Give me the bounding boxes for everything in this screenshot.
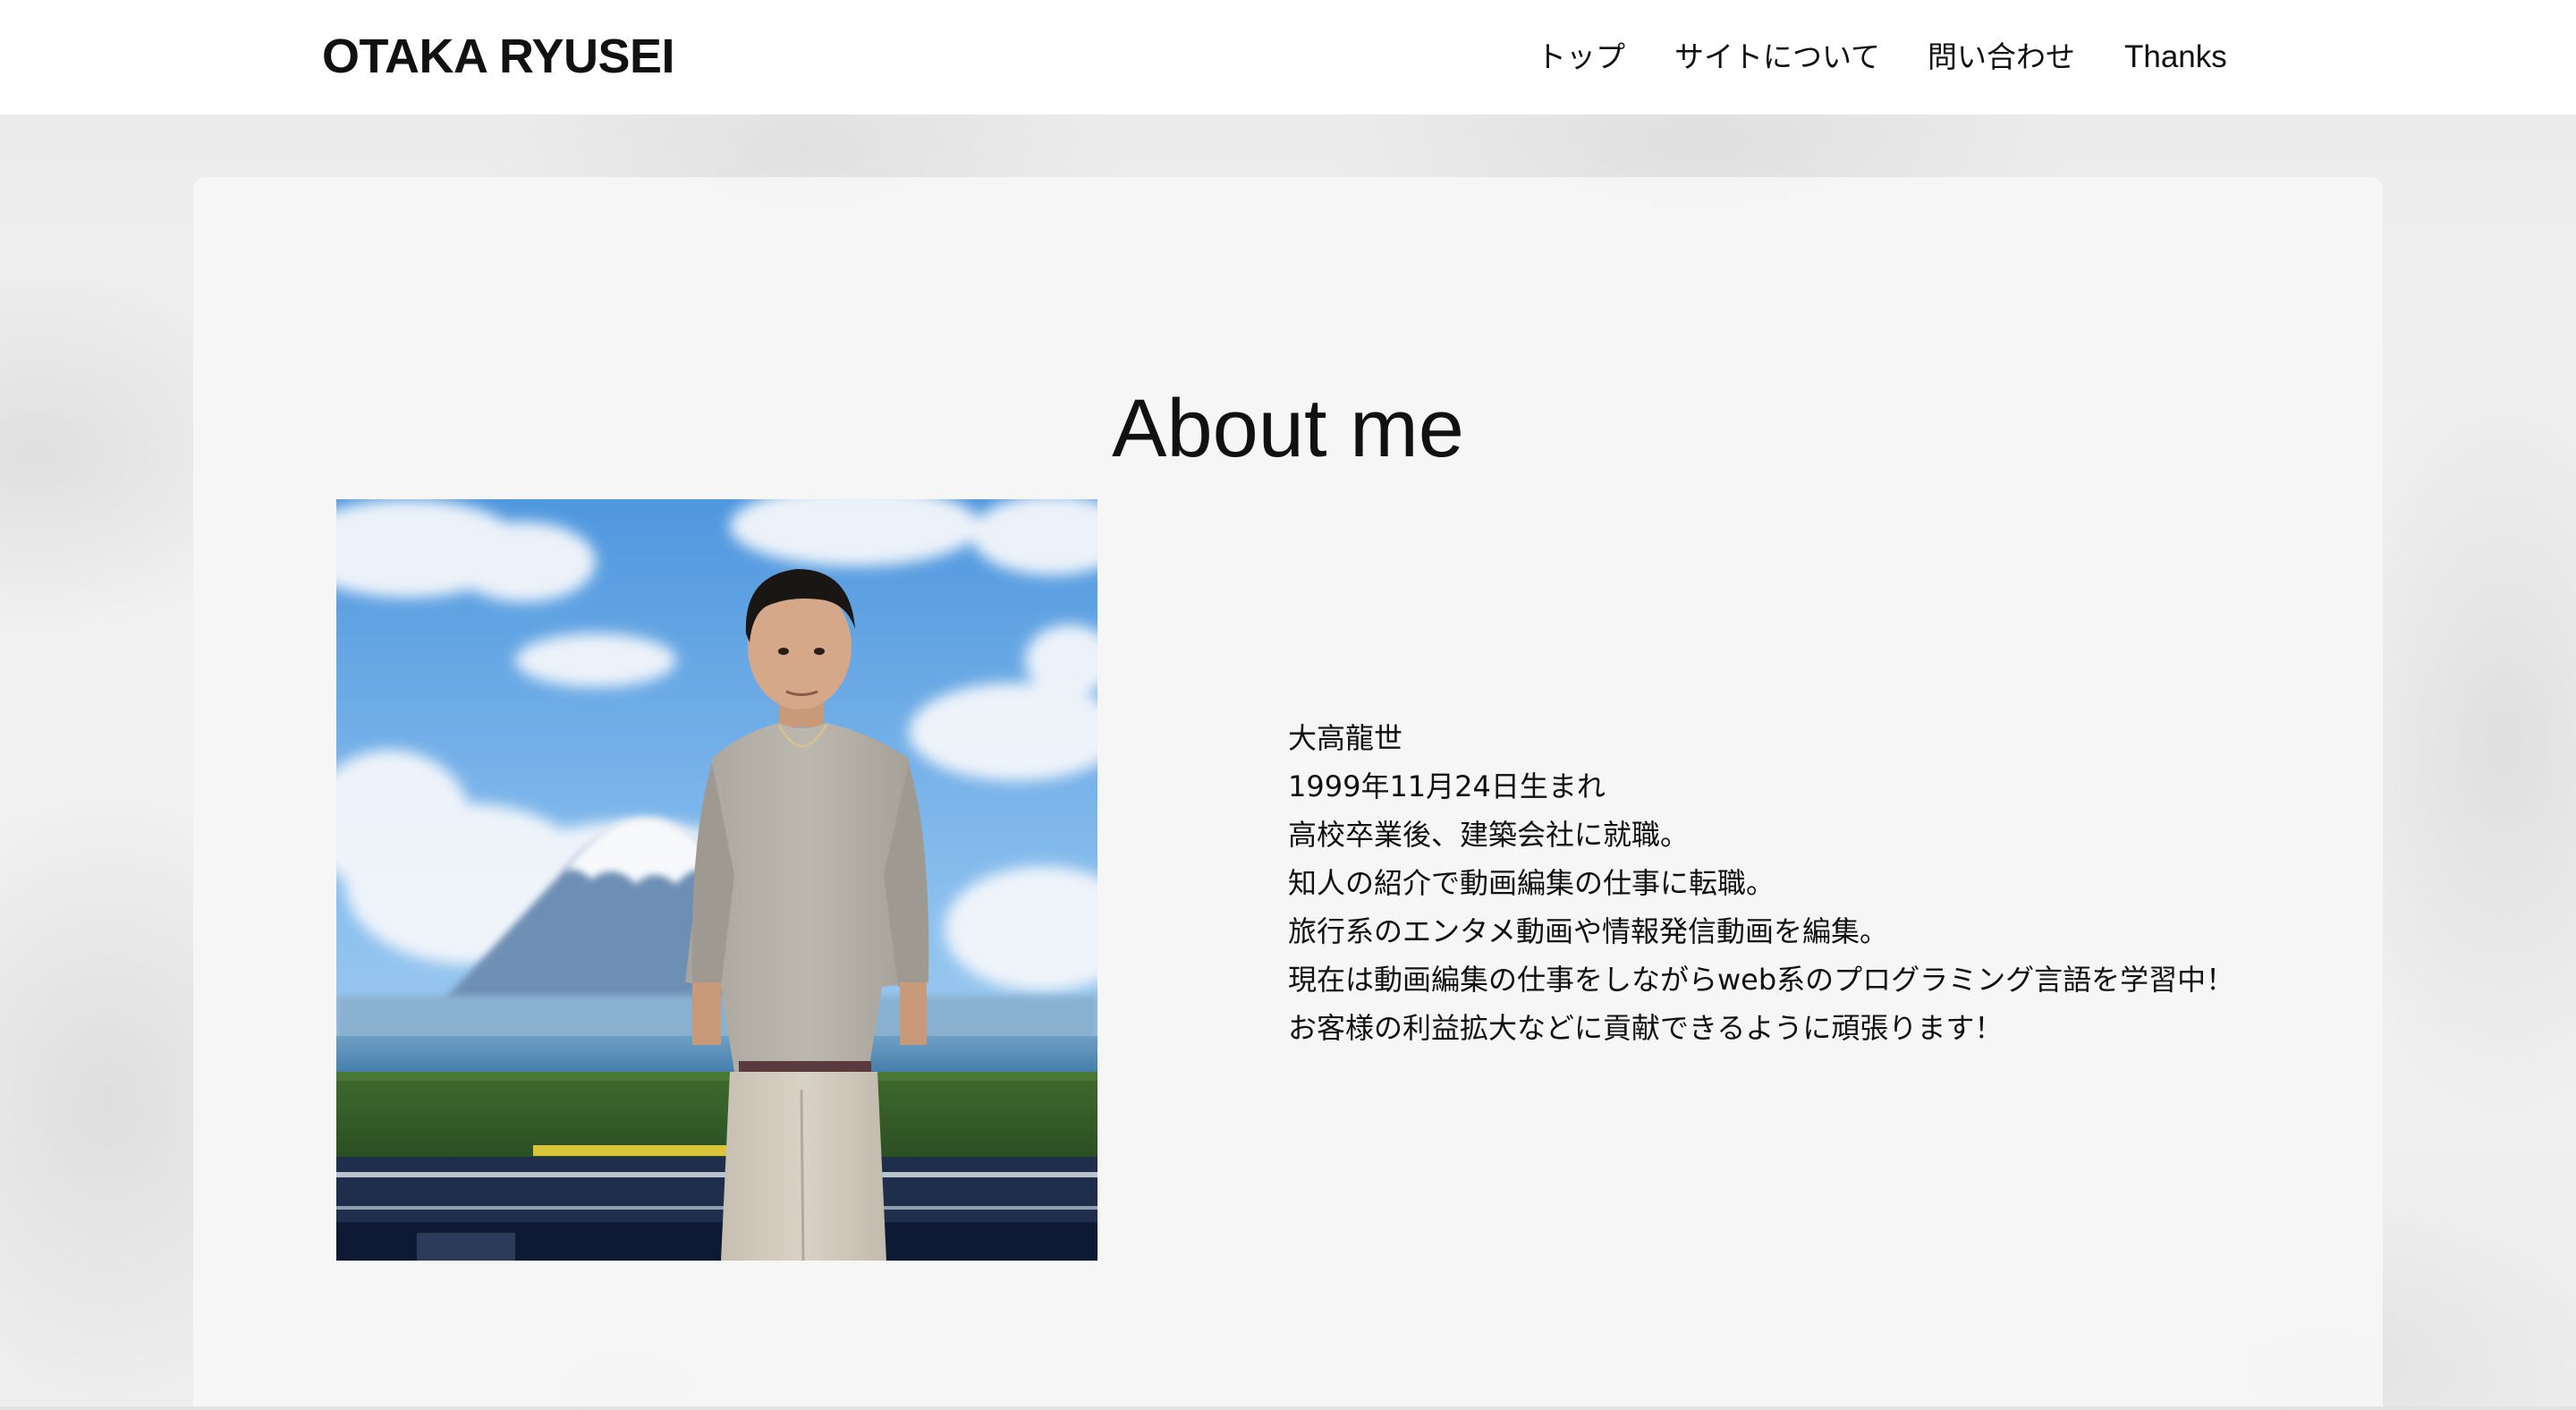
bio-line-5: 旅行系のエンタメ動画や情報発信動画を編集。 — [1288, 914, 1889, 948]
nav-item-thanks[interactable]: Thanks — [2124, 34, 2227, 81]
bio-line-4: 知人の紹介で動画編集の仕事に転職。 — [1288, 866, 1775, 900]
bio-line-6: 現在は動画編集の仕事をしながらweb系のプログラミング言語を学習中！ — [1288, 963, 2235, 997]
footer-divider — [0, 1406, 2576, 1410]
bio-line-3: 高校卒業後、建築会社に就職。 — [1288, 818, 1690, 852]
profile-photo — [336, 499, 1097, 1261]
nav-item-top[interactable]: トップ — [1537, 34, 1625, 81]
page-title: About me — [1112, 382, 1464, 474]
bio-birthdate: 1999年11月24日生まれ — [1288, 769, 1606, 803]
bio-name: 大高龍世 — [1288, 721, 1403, 755]
main-nav: トップ サイトについて 問い合わせ Thanks — [0, 34, 2576, 81]
bio-line-7: お客様の利益拡大などに貢献できるように頑張ります！ — [1288, 1011, 2004, 1045]
nav-item-about-site[interactable]: サイトについて — [1674, 34, 1880, 81]
site-header: OTAKA RYUSEI トップ サイトについて 問い合わせ Thanks — [0, 0, 2576, 115]
nav-item-contact[interactable]: 問い合わせ — [1928, 34, 2075, 81]
bio-text: 大高龍世 1999年11月24日生まれ 高校卒業後、建築会社に就職。 知人の紹介… — [1288, 714, 2361, 1052]
